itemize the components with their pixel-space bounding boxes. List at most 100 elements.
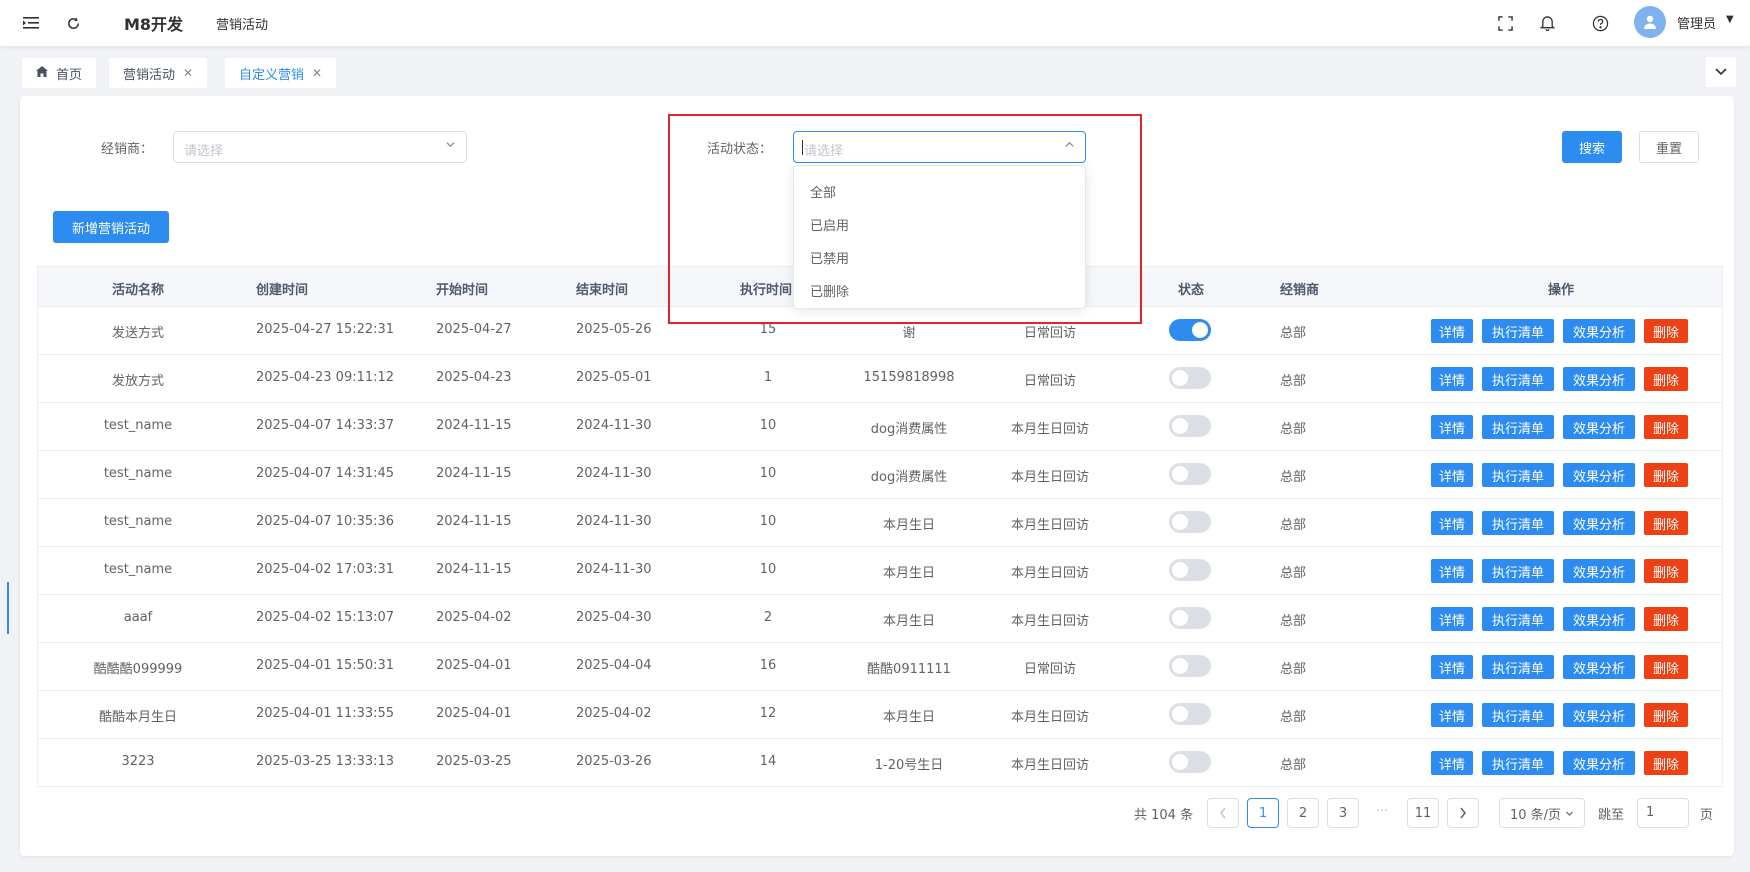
tab-marketing[interactable]: 营销活动 ✕ <box>109 58 208 88</box>
execution-list-button[interactable]: 执行清单 <box>1482 655 1554 679</box>
caret-down-icon[interactable]: ▼ <box>1726 14 1734 25</box>
chevron-down-icon[interactable] <box>1706 57 1736 87</box>
effect-analysis-button[interactable]: 效果分析 <box>1563 415 1635 439</box>
bell-icon[interactable] <box>1536 12 1558 34</box>
detail-button[interactable]: 详情 <box>1431 703 1473 727</box>
close-icon[interactable]: ✕ <box>183 66 193 80</box>
status-toggle[interactable] <box>1169 751 1211 773</box>
reset-button[interactable]: 重置 <box>1639 131 1699 163</box>
delete-button[interactable]: 删除 <box>1644 751 1688 775</box>
user-name[interactable]: 管理员 <box>1677 13 1716 32</box>
detail-button[interactable]: 详情 <box>1431 415 1473 439</box>
table-row: 发送方式 2025-04-27 15:22:31 2025-04-27 2025-05… <box>38 307 1722 355</box>
effect-analysis-button[interactable]: 效果分析 <box>1563 751 1635 775</box>
effect-analysis-button[interactable]: 效果分析 <box>1563 463 1635 487</box>
pagination-total: 共 104 条 <box>1134 808 1194 823</box>
prev-page-button[interactable] <box>1207 798 1239 828</box>
tab-label: 首页 <box>56 67 83 83</box>
execution-list-button[interactable]: 执行清单 <box>1482 751 1554 775</box>
scroll-indicator <box>7 582 9 634</box>
execution-list-button[interactable]: 执行清单 <box>1482 367 1554 391</box>
fullscreen-icon[interactable] <box>1494 12 1516 34</box>
pagination-ellipsis[interactable]: ··· <box>1376 804 1388 819</box>
next-page-button[interactable] <box>1447 798 1479 828</box>
delete-button[interactable]: 删除 <box>1644 463 1688 487</box>
close-icon[interactable]: ✕ <box>312 66 322 80</box>
effect-analysis-button[interactable]: 效果分析 <box>1563 511 1635 535</box>
status-toggle[interactable] <box>1169 367 1211 389</box>
cell-exec: 10 <box>759 562 777 577</box>
menu-fold-icon[interactable] <box>20 12 42 34</box>
effect-analysis-button[interactable]: 效果分析 <box>1563 367 1635 391</box>
detail-button[interactable]: 详情 <box>1431 751 1473 775</box>
refresh-icon[interactable] <box>62 12 84 34</box>
effect-analysis-button[interactable]: 效果分析 <box>1563 703 1635 727</box>
cell-created: 2025-04-07 14:33:37 <box>256 418 395 433</box>
page-size-select[interactable]: 10 条/页 <box>1499 798 1585 828</box>
execution-list-button[interactable]: 执行清单 <box>1482 319 1554 343</box>
page-2[interactable]: 2 <box>1287 798 1319 828</box>
effect-analysis-button[interactable]: 效果分析 <box>1563 607 1635 631</box>
add-campaign-button[interactable]: 新增营销活动 <box>53 211 169 243</box>
jump-input[interactable]: 1 <box>1637 798 1689 828</box>
cell-exec: 10 <box>759 466 777 481</box>
effect-analysis-button[interactable]: 效果分析 <box>1563 319 1635 343</box>
avatar[interactable] <box>1634 6 1666 38</box>
effect-analysis-button[interactable]: 效果分析 <box>1563 655 1635 679</box>
cell-target: dog消费属性 <box>870 470 948 485</box>
status-option-all[interactable]: 全部 <box>810 182 836 201</box>
search-button[interactable]: 搜索 <box>1562 131 1622 163</box>
status-option-deleted[interactable]: 已删除 <box>810 281 849 300</box>
status-toggle[interactable] <box>1169 607 1211 629</box>
detail-button[interactable]: 详情 <box>1431 319 1473 343</box>
execution-list-button[interactable]: 执行清单 <box>1482 511 1554 535</box>
detail-button[interactable]: 详情 <box>1431 367 1473 391</box>
delete-button[interactable]: 删除 <box>1644 415 1688 439</box>
tab-home[interactable]: 首页 <box>22 58 97 88</box>
status-option-enabled[interactable]: 已启用 <box>810 215 849 234</box>
table-row: test_name 2025-04-07 14:31:45 2024-11-15 20… <box>38 451 1722 499</box>
delete-button[interactable]: 删除 <box>1644 511 1688 535</box>
delete-button[interactable]: 删除 <box>1644 367 1688 391</box>
delete-button[interactable]: 删除 <box>1644 703 1688 727</box>
dealer-select[interactable]: 请选择 <box>173 131 467 163</box>
status-toggle[interactable] <box>1169 511 1211 533</box>
detail-button[interactable]: 详情 <box>1431 511 1473 535</box>
execution-list-button[interactable]: 执行清单 <box>1482 559 1554 583</box>
tab-custom-marketing[interactable]: 自定义营销 ✕ <box>225 58 337 88</box>
status-toggle[interactable] <box>1169 463 1211 485</box>
status-toggle[interactable] <box>1169 415 1211 437</box>
effect-analysis-button[interactable]: 效果分析 <box>1563 559 1635 583</box>
detail-button[interactable]: 详情 <box>1431 463 1473 487</box>
status-option-disabled[interactable]: 已禁用 <box>810 248 849 267</box>
status-toggle[interactable] <box>1169 319 1211 341</box>
page-1[interactable]: 1 <box>1247 798 1279 828</box>
breadcrumb[interactable]: 营销活动 <box>216 14 268 33</box>
page-3[interactable]: 3 <box>1327 798 1359 828</box>
cell-dealer: 总部 <box>1280 518 1307 533</box>
status-toggle[interactable] <box>1169 559 1211 581</box>
help-icon[interactable] <box>1589 12 1611 34</box>
cell-type: 本月生日回访 <box>1010 518 1090 533</box>
delete-button[interactable]: 删除 <box>1644 607 1688 631</box>
delete-button[interactable]: 删除 <box>1644 559 1688 583</box>
execution-list-button[interactable]: 执行清单 <box>1482 607 1554 631</box>
detail-button[interactable]: 详情 <box>1431 655 1473 679</box>
toggle-knob <box>1172 466 1188 482</box>
status-toggle[interactable] <box>1169 655 1211 677</box>
cell-end: 2025-03-26 <box>576 754 652 769</box>
execution-list-button[interactable]: 执行清单 <box>1482 703 1554 727</box>
delete-button[interactable]: 删除 <box>1644 655 1688 679</box>
cell-end: 2025-05-01 <box>576 370 652 385</box>
detail-button[interactable]: 详情 <box>1431 559 1473 583</box>
cell-exec: 2 <box>763 610 773 625</box>
cell-type: 日常回访 <box>1023 662 1077 677</box>
table-row: 3223 2025-03-25 13:33:13 2025-03-25 2025-03… <box>38 739 1722 787</box>
status-select[interactable]: 请选择 <box>793 131 1086 163</box>
status-toggle[interactable] <box>1169 703 1211 725</box>
delete-button[interactable]: 删除 <box>1644 319 1688 343</box>
page-11[interactable]: 11 <box>1407 798 1439 828</box>
detail-button[interactable]: 详情 <box>1431 607 1473 631</box>
execution-list-button[interactable]: 执行清单 <box>1482 415 1554 439</box>
execution-list-button[interactable]: 执行清单 <box>1482 463 1554 487</box>
